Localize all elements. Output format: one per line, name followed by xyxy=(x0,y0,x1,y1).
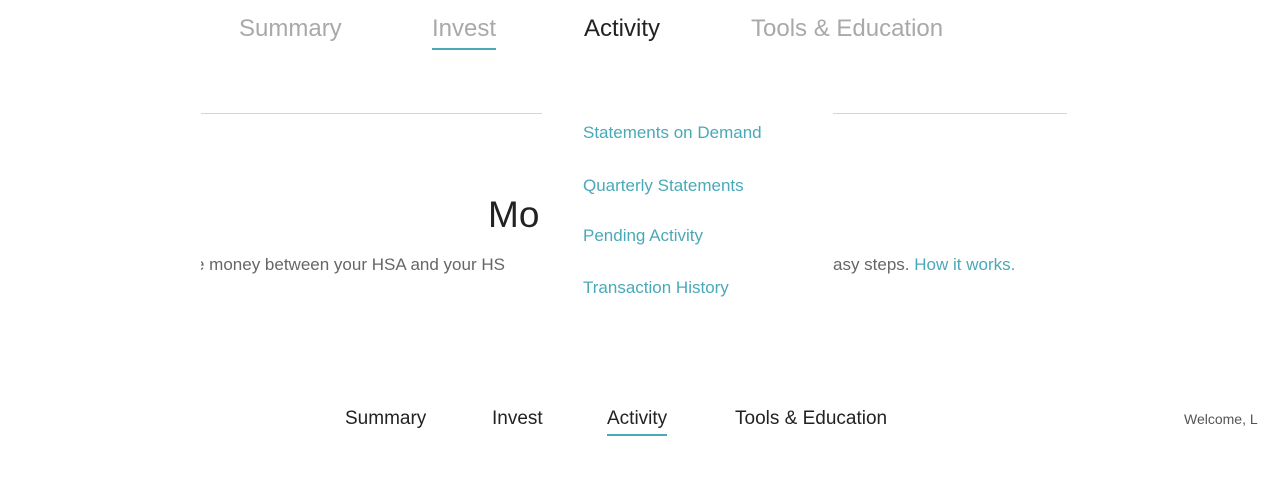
menu-item-pending-activity[interactable]: Pending Activity xyxy=(583,226,703,246)
divider-left xyxy=(201,113,542,114)
activity-dropdown-menu: Statements on Demand Quarterly Statement… xyxy=(544,105,831,315)
description-text-right: asy steps. xyxy=(833,255,915,274)
bottom-tab-invest[interactable]: Invest xyxy=(492,407,543,431)
top-navigation: Summary Invest Activity Tools & Educatio… xyxy=(0,0,1270,60)
top-tab-summary[interactable]: Summary xyxy=(239,14,342,44)
top-tab-activity[interactable]: Activity xyxy=(584,14,660,44)
page: Summary Invest Activity Tools & Educatio… xyxy=(0,0,1270,479)
description-text-left: e money between your HSA and your HS xyxy=(201,255,505,274)
top-tab-invest[interactable]: Invest xyxy=(432,14,497,50)
top-tab-tools-education[interactable]: Tools & Education xyxy=(751,14,943,44)
divider-right xyxy=(833,113,1067,114)
menu-item-transaction-history[interactable]: Transaction History xyxy=(583,278,729,298)
how-it-works-link[interactable]: How it works. xyxy=(914,255,1015,274)
page-title: Mo xyxy=(488,194,540,235)
bottom-tab-summary[interactable]: Summary xyxy=(345,407,426,431)
bottom-tab-activity[interactable]: Activity xyxy=(607,407,668,436)
menu-item-quarterly-statements[interactable]: Quarterly Statements xyxy=(583,176,744,196)
bottom-navigation: Summary Invest Activity Tools & Educatio… xyxy=(0,395,1270,445)
menu-item-statements-on-demand[interactable]: Statements on Demand xyxy=(583,123,762,143)
description-text: e money between your HSA and your HS xyxy=(201,255,542,275)
description-text-continued: asy steps. How it works. xyxy=(833,255,1015,275)
welcome-message: Welcome, L xyxy=(1184,411,1258,427)
bottom-tab-tools-education[interactable]: Tools & Education xyxy=(735,407,887,431)
